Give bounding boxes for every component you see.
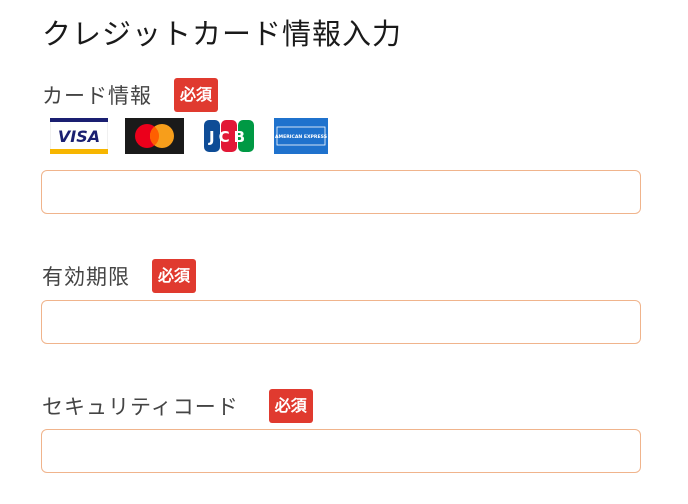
credit-card-form: クレジットカード情報入力 カード情報 必須 VISA JCB AMERICAN … [0,0,688,504]
card-info-label: カード情報 [42,84,152,108]
security-code-input[interactable] [41,429,641,473]
amex-logo-text: AMERICAN EXPRESS [275,134,327,140]
expiry-label: 有効期限 [42,265,130,289]
mastercard-icon [125,118,184,154]
jcb-logo-text: JCB [208,128,249,146]
required-badge: 必須 [152,259,197,293]
card-number-input[interactable] [41,170,641,214]
visa-icon: VISA [50,118,108,154]
security-code-label-row: セキュリティコード 必須 [42,388,313,424]
expiry-input[interactable] [41,300,641,344]
required-badge: 必須 [268,389,313,423]
required-badge: 必須 [174,78,219,112]
american-express-icon: AMERICAN EXPRESS [274,118,328,154]
page-title: クレジットカード情報入力 [42,17,403,51]
security-code-label: セキュリティコード [42,395,239,419]
jcb-icon: JCB [200,118,258,154]
card-info-label-row: カード情報 必須 [42,77,219,113]
expiry-label-row: 有効期限 必須 [42,258,197,294]
visa-logo-text: VISA [58,127,100,146]
card-brand-logos: VISA JCB AMERICAN EXPRESS [50,118,344,154]
